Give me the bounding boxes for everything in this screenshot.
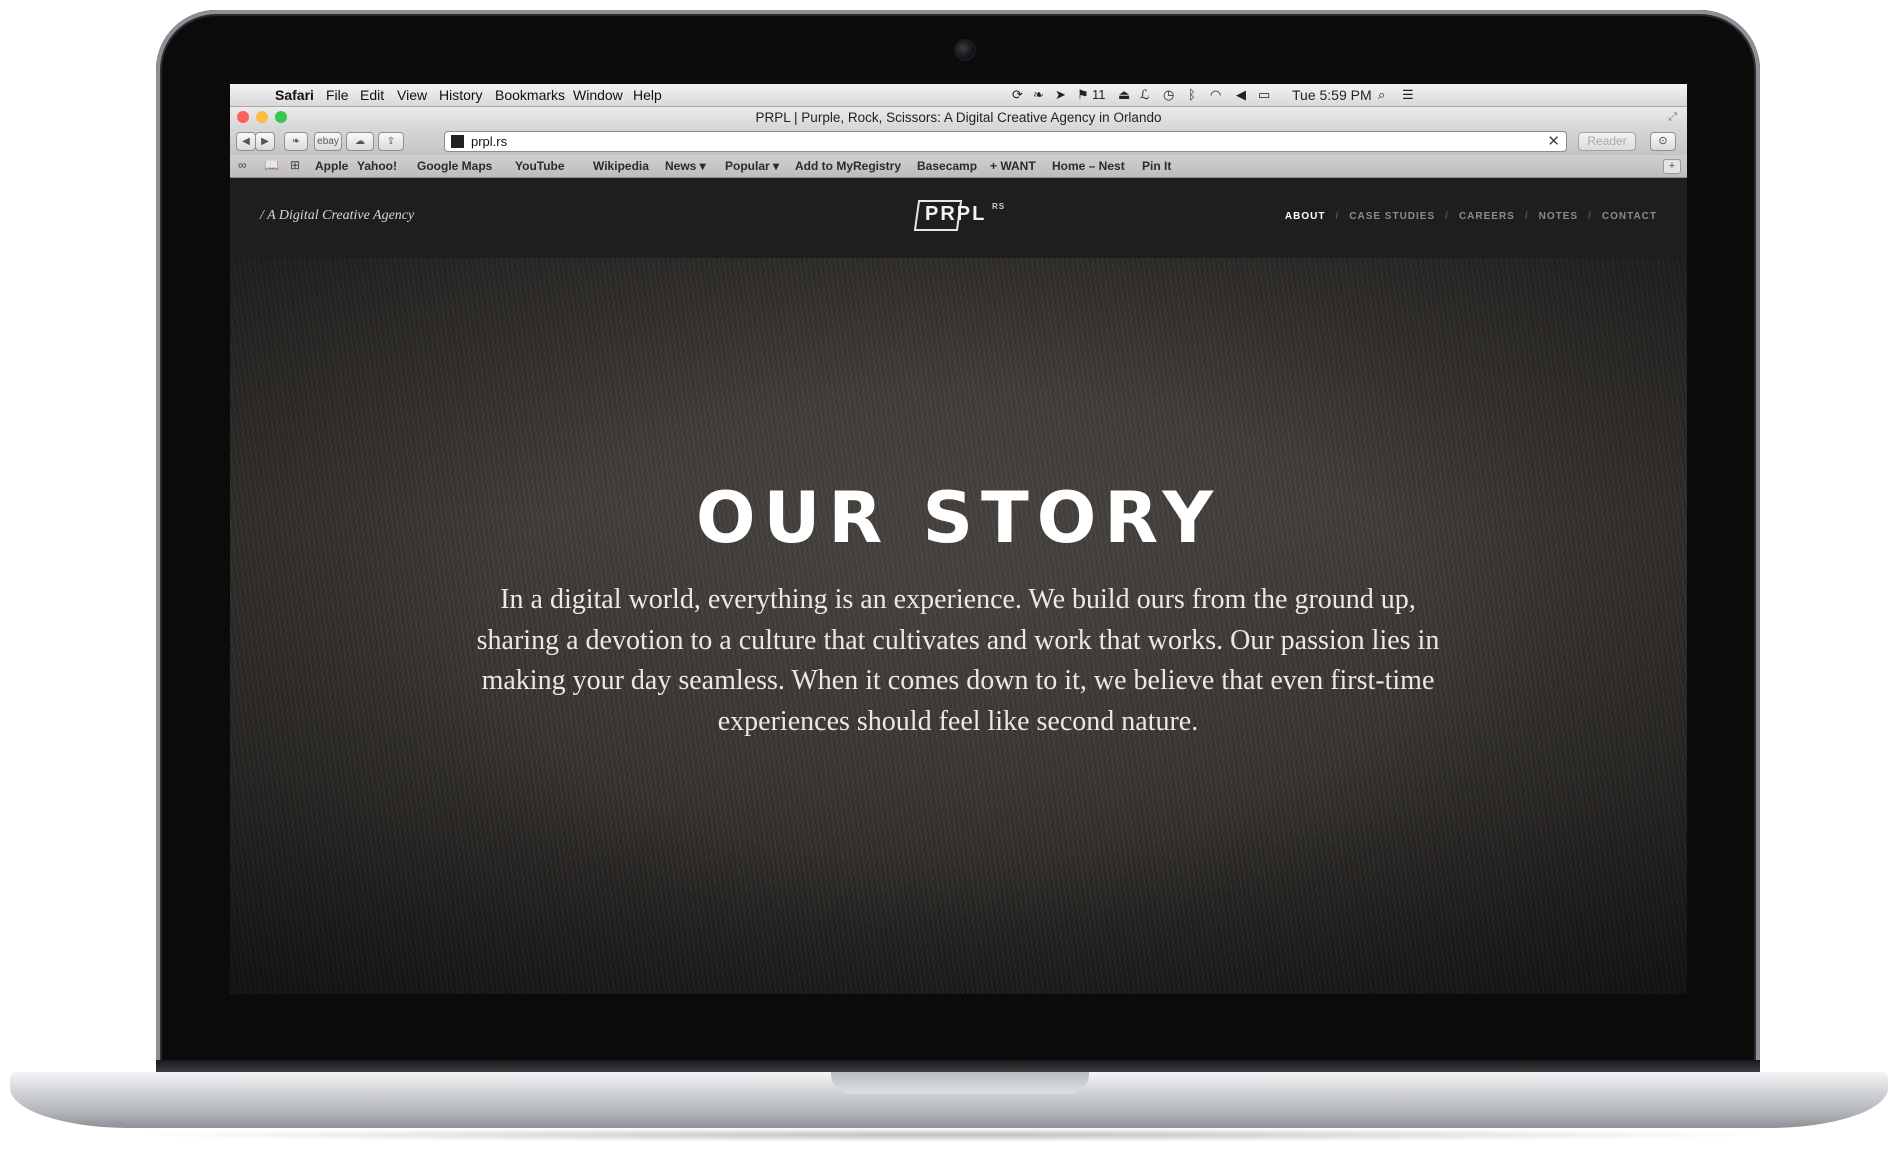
nav-separator: /	[1588, 211, 1592, 222]
notification-center-icon[interactable]: ☰	[1402, 87, 1414, 103]
nav-case-studies[interactable]: CASE STUDIES	[1349, 211, 1435, 222]
menu-window[interactable]: Window	[573, 87, 623, 103]
bookmark-home-nest[interactable]: Home – Nest	[1052, 159, 1125, 173]
site-header: / A Digital Creative Agency PRPL RS ABOU…	[230, 178, 1687, 258]
cursor-icon[interactable]: ➤	[1055, 87, 1066, 103]
add-tab-icon[interactable]: +	[1663, 159, 1681, 174]
bookmark-popular-folder[interactable]: Popular ▾	[725, 159, 779, 173]
share-icon[interactable]: ⇪	[378, 132, 404, 151]
menu-bar: Safari File Edit View History Bookmarks …	[230, 84, 1687, 107]
reading-list-icon[interactable]: ∞	[238, 158, 247, 172]
forward-button[interactable]: ▶	[255, 132, 275, 151]
script-icon[interactable]: ℒ	[1140, 87, 1149, 103]
bookmark-google-maps[interactable]: Google Maps	[417, 159, 492, 173]
logo-superscript: RS	[992, 202, 1006, 211]
browser-toolbar: ◀ ▶ ❧ ebay ☁ ⇪ prpl.rs ✕ Reader ⊙	[230, 128, 1687, 155]
laptop-lid-notch	[831, 1072, 1089, 1094]
logo-text: PRPL	[925, 203, 987, 225]
dropbox-sync-icon[interactable]: ⟳	[1012, 87, 1023, 103]
window-title: PRPL | Purple, Rock, Scissors: A Digital…	[755, 110, 1162, 125]
back-button[interactable]: ◀	[236, 132, 256, 151]
bookmark-want[interactable]: + WANT	[990, 159, 1036, 173]
menu-help[interactable]: Help	[633, 87, 662, 103]
laptop-screen: Safari File Edit View History Bookmarks …	[230, 84, 1687, 994]
battery-icon[interactable]: ▭	[1258, 87, 1270, 103]
bookmarks-icon[interactable]: 📖	[264, 158, 279, 172]
menu-edit[interactable]: Edit	[360, 87, 384, 103]
bookmarks-bar: ∞ 📖 ⊞ Apple Yahoo! Google Maps YouTube W…	[230, 155, 1687, 178]
site-tagline: / A Digital Creative Agency	[260, 208, 415, 223]
ebay-ext-button[interactable]: ebay	[314, 132, 342, 151]
notification-icon[interactable]: ⚑	[1077, 87, 1089, 103]
laptop-shadow	[120, 1128, 1780, 1142]
nav-careers[interactable]: CAREERS	[1459, 211, 1515, 222]
nav-separator: /	[1445, 211, 1449, 222]
bookmark-yahoo[interactable]: Yahoo!	[357, 159, 397, 173]
nav-contact[interactable]: CONTACT	[1602, 211, 1657, 222]
time-machine-icon[interactable]: ◷	[1163, 87, 1174, 103]
site-logo[interactable]: PRPL RS	[913, 200, 1006, 232]
address-url[interactable]: prpl.rs	[471, 134, 507, 149]
menu-history[interactable]: History	[439, 87, 483, 103]
webcam	[956, 41, 974, 59]
bookmark-basecamp[interactable]: Basecamp	[917, 159, 977, 173]
bookmark-news-folder[interactable]: News ▾	[665, 159, 706, 173]
bookmark-wikipedia[interactable]: Wikipedia	[593, 159, 649, 173]
volume-icon[interactable]: ◀	[1236, 87, 1246, 103]
icloud-icon[interactable]: ☁	[346, 132, 374, 151]
bluetooth-icon[interactable]: ᛒ	[1188, 87, 1196, 102]
evernote-ext-icon[interactable]: ❧	[284, 132, 308, 151]
bookmark-pin-it[interactable]: Pin It	[1142, 159, 1171, 173]
bookmark-add-to-myregistry[interactable]: Add to MyRegistry	[795, 159, 901, 173]
site-favicon-icon	[451, 135, 464, 148]
menu-app-name[interactable]: Safari	[275, 87, 314, 103]
bookmark-apple[interactable]: Apple	[315, 159, 348, 173]
address-bar[interactable]: prpl.rs ✕	[444, 131, 1567, 152]
menu-view[interactable]: View	[397, 87, 427, 103]
nav-separator: /	[1335, 211, 1340, 222]
nav-about[interactable]: ABOUT	[1285, 211, 1326, 222]
hero-title: OUR STORY	[695, 477, 1222, 559]
top-sites-icon[interactable]: ⊞	[290, 158, 300, 172]
nav-separator: /	[1524, 211, 1529, 222]
menu-file[interactable]: File	[326, 87, 349, 103]
evernote-icon[interactable]: ❧	[1033, 87, 1044, 103]
site-nav: ABOUT / CASE STUDIES / CAREERS / NOTES / CONTACT	[1285, 211, 1657, 222]
bookmark-youtube[interactable]: YouTube	[515, 159, 565, 173]
reader-button[interactable]: Reader	[1578, 132, 1636, 151]
notification-count: 11	[1092, 87, 1106, 102]
menu-clock[interactable]: Tue 5:59 PM	[1292, 87, 1372, 103]
downloads-icon[interactable]: ⊙	[1650, 132, 1676, 151]
stop-loading-icon[interactable]: ✕	[1547, 132, 1560, 150]
wifi-icon[interactable]: ◠	[1210, 87, 1221, 103]
drive-icon[interactable]: ⏏	[1118, 87, 1130, 103]
fullscreen-icon[interactable]: ⤢	[1668, 111, 1677, 124]
window-titlebar: PRPL | Purple, Rock, Scissors: A Digital…	[230, 107, 1687, 128]
spotlight-search-icon[interactable]: ⌕	[1378, 87, 1385, 103]
hero-body-text: In a digital world, everything is an exp…	[476, 584, 1440, 737]
nav-notes[interactable]: NOTES	[1539, 211, 1578, 222]
menu-bookmarks[interactable]: Bookmarks	[495, 87, 565, 103]
